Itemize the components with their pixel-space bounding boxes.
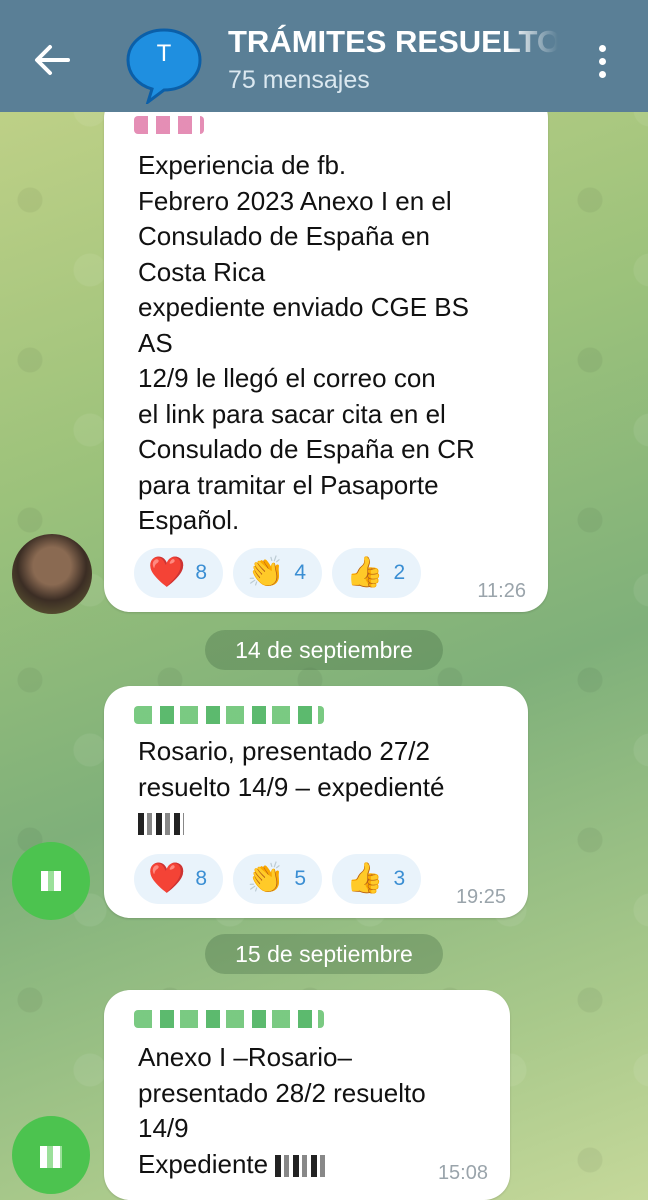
heart-icon: ❤️ bbox=[148, 556, 186, 589]
date-separator: 15 de septiembre bbox=[205, 934, 443, 974]
reaction-count: 5 bbox=[294, 867, 307, 890]
clapping-hands-icon: 👏 bbox=[247, 862, 285, 895]
arrow-left-icon bbox=[35, 45, 70, 75]
sender-avatar[interactable] bbox=[12, 534, 92, 614]
sender-avatar[interactable] bbox=[12, 842, 90, 920]
message-bubble[interactable]: Rosario, presentado 27/2 resuelto 14/9 –… bbox=[104, 686, 528, 918]
reaction-count: 4 bbox=[294, 561, 307, 584]
message-text: Anexo I –Rosario– presentado 28/2 resuel… bbox=[138, 1042, 426, 1179]
more-menu-button[interactable] bbox=[585, 36, 619, 86]
message-time: 15:08 bbox=[437, 1162, 488, 1184]
reaction-count: 2 bbox=[393, 561, 406, 584]
reaction-thumbs-up[interactable]: 👍 2 bbox=[332, 548, 422, 598]
reaction-thumbs-up[interactable]: 👍 3 bbox=[332, 854, 422, 904]
reaction-heart[interactable]: ❤️ 8 bbox=[134, 548, 224, 598]
date-separator: 14 de septiembre bbox=[205, 630, 443, 670]
message-bubble[interactable]: Anexo I –Rosario– presentado 28/2 resuel… bbox=[104, 990, 510, 1200]
reaction-bar: ❤️ 8 👏 4 👍 2 bbox=[134, 548, 422, 598]
sender-name-redacted bbox=[134, 1010, 324, 1028]
thumbs-up-icon: 👍 bbox=[346, 862, 384, 895]
message-text: Rosario, presentado 27/2 resuelto 14/9 –… bbox=[138, 734, 444, 841]
channel-avatar[interactable]: T bbox=[124, 24, 204, 106]
heart-icon: ❤️ bbox=[148, 862, 186, 895]
redacted-number bbox=[138, 813, 184, 836]
channel-avatar-letter: T bbox=[156, 40, 172, 67]
thumbs-up-icon: 👍 bbox=[346, 556, 384, 589]
member-count: 75 mensajes bbox=[228, 66, 370, 94]
reaction-bar: ❤️ 8 👏 5 👍 3 bbox=[134, 854, 422, 904]
reaction-clap[interactable]: 👏 5 bbox=[233, 854, 323, 904]
chat-title[interactable]: TRÁMITES RESUELTOS bbox=[228, 24, 558, 60]
reaction-count: 3 bbox=[393, 867, 406, 890]
message-time: 11:26 bbox=[477, 580, 526, 602]
sender-avatar[interactable] bbox=[12, 1116, 90, 1194]
clapping-hands-icon: 👏 bbox=[247, 556, 285, 589]
reaction-count: 8 bbox=[195, 561, 208, 584]
reaction-count: 8 bbox=[195, 867, 208, 890]
sender-name-redacted bbox=[134, 116, 204, 134]
redacted-number bbox=[275, 1154, 326, 1177]
message-time: 19:25 bbox=[455, 886, 506, 908]
reaction-clap[interactable]: 👏 4 bbox=[233, 548, 323, 598]
message-text: Experiencia de fb. Febrero 2023 Anexo I … bbox=[138, 150, 475, 535]
message-bubble[interactable]: Experiencia de fb. Febrero 2023 Anexo I … bbox=[104, 92, 548, 612]
back-button[interactable] bbox=[22, 30, 82, 90]
more-vertical-icon bbox=[598, 44, 606, 52]
sender-name-redacted bbox=[134, 706, 324, 724]
chat-header: T TRÁMITES RESUELTOS 75 mensajes bbox=[0, 0, 648, 112]
reaction-heart[interactable]: ❤️ 8 bbox=[134, 854, 224, 904]
